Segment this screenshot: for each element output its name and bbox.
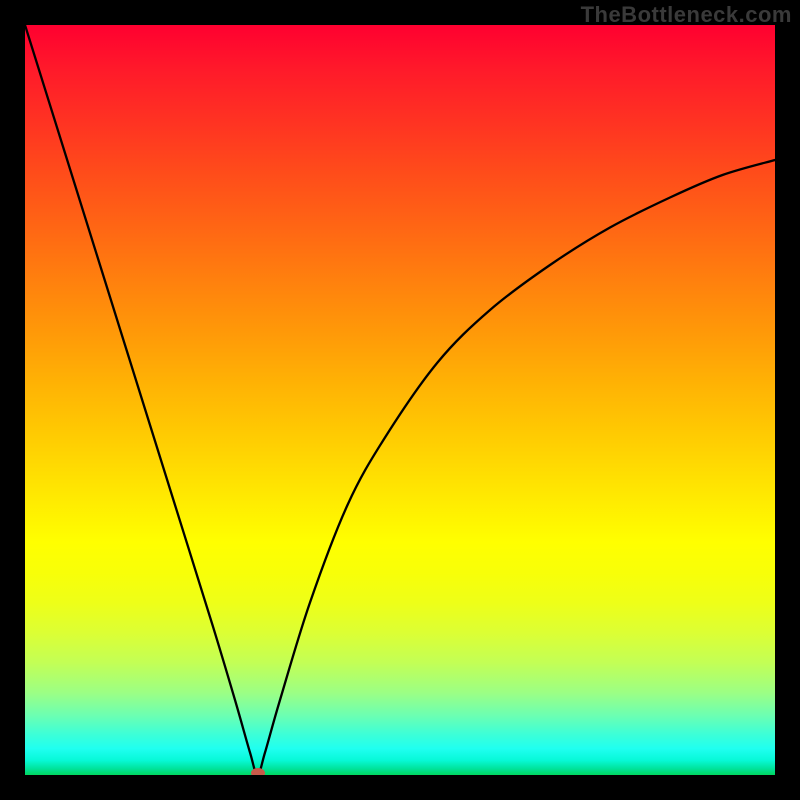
- plot-area: [25, 25, 775, 775]
- minimum-marker: [251, 768, 265, 775]
- curve-svg: [25, 25, 775, 775]
- watermark-text: TheBottleneck.com: [581, 2, 792, 28]
- bottleneck-curve: [25, 25, 775, 775]
- chart-stage: TheBottleneck.com: [0, 0, 800, 800]
